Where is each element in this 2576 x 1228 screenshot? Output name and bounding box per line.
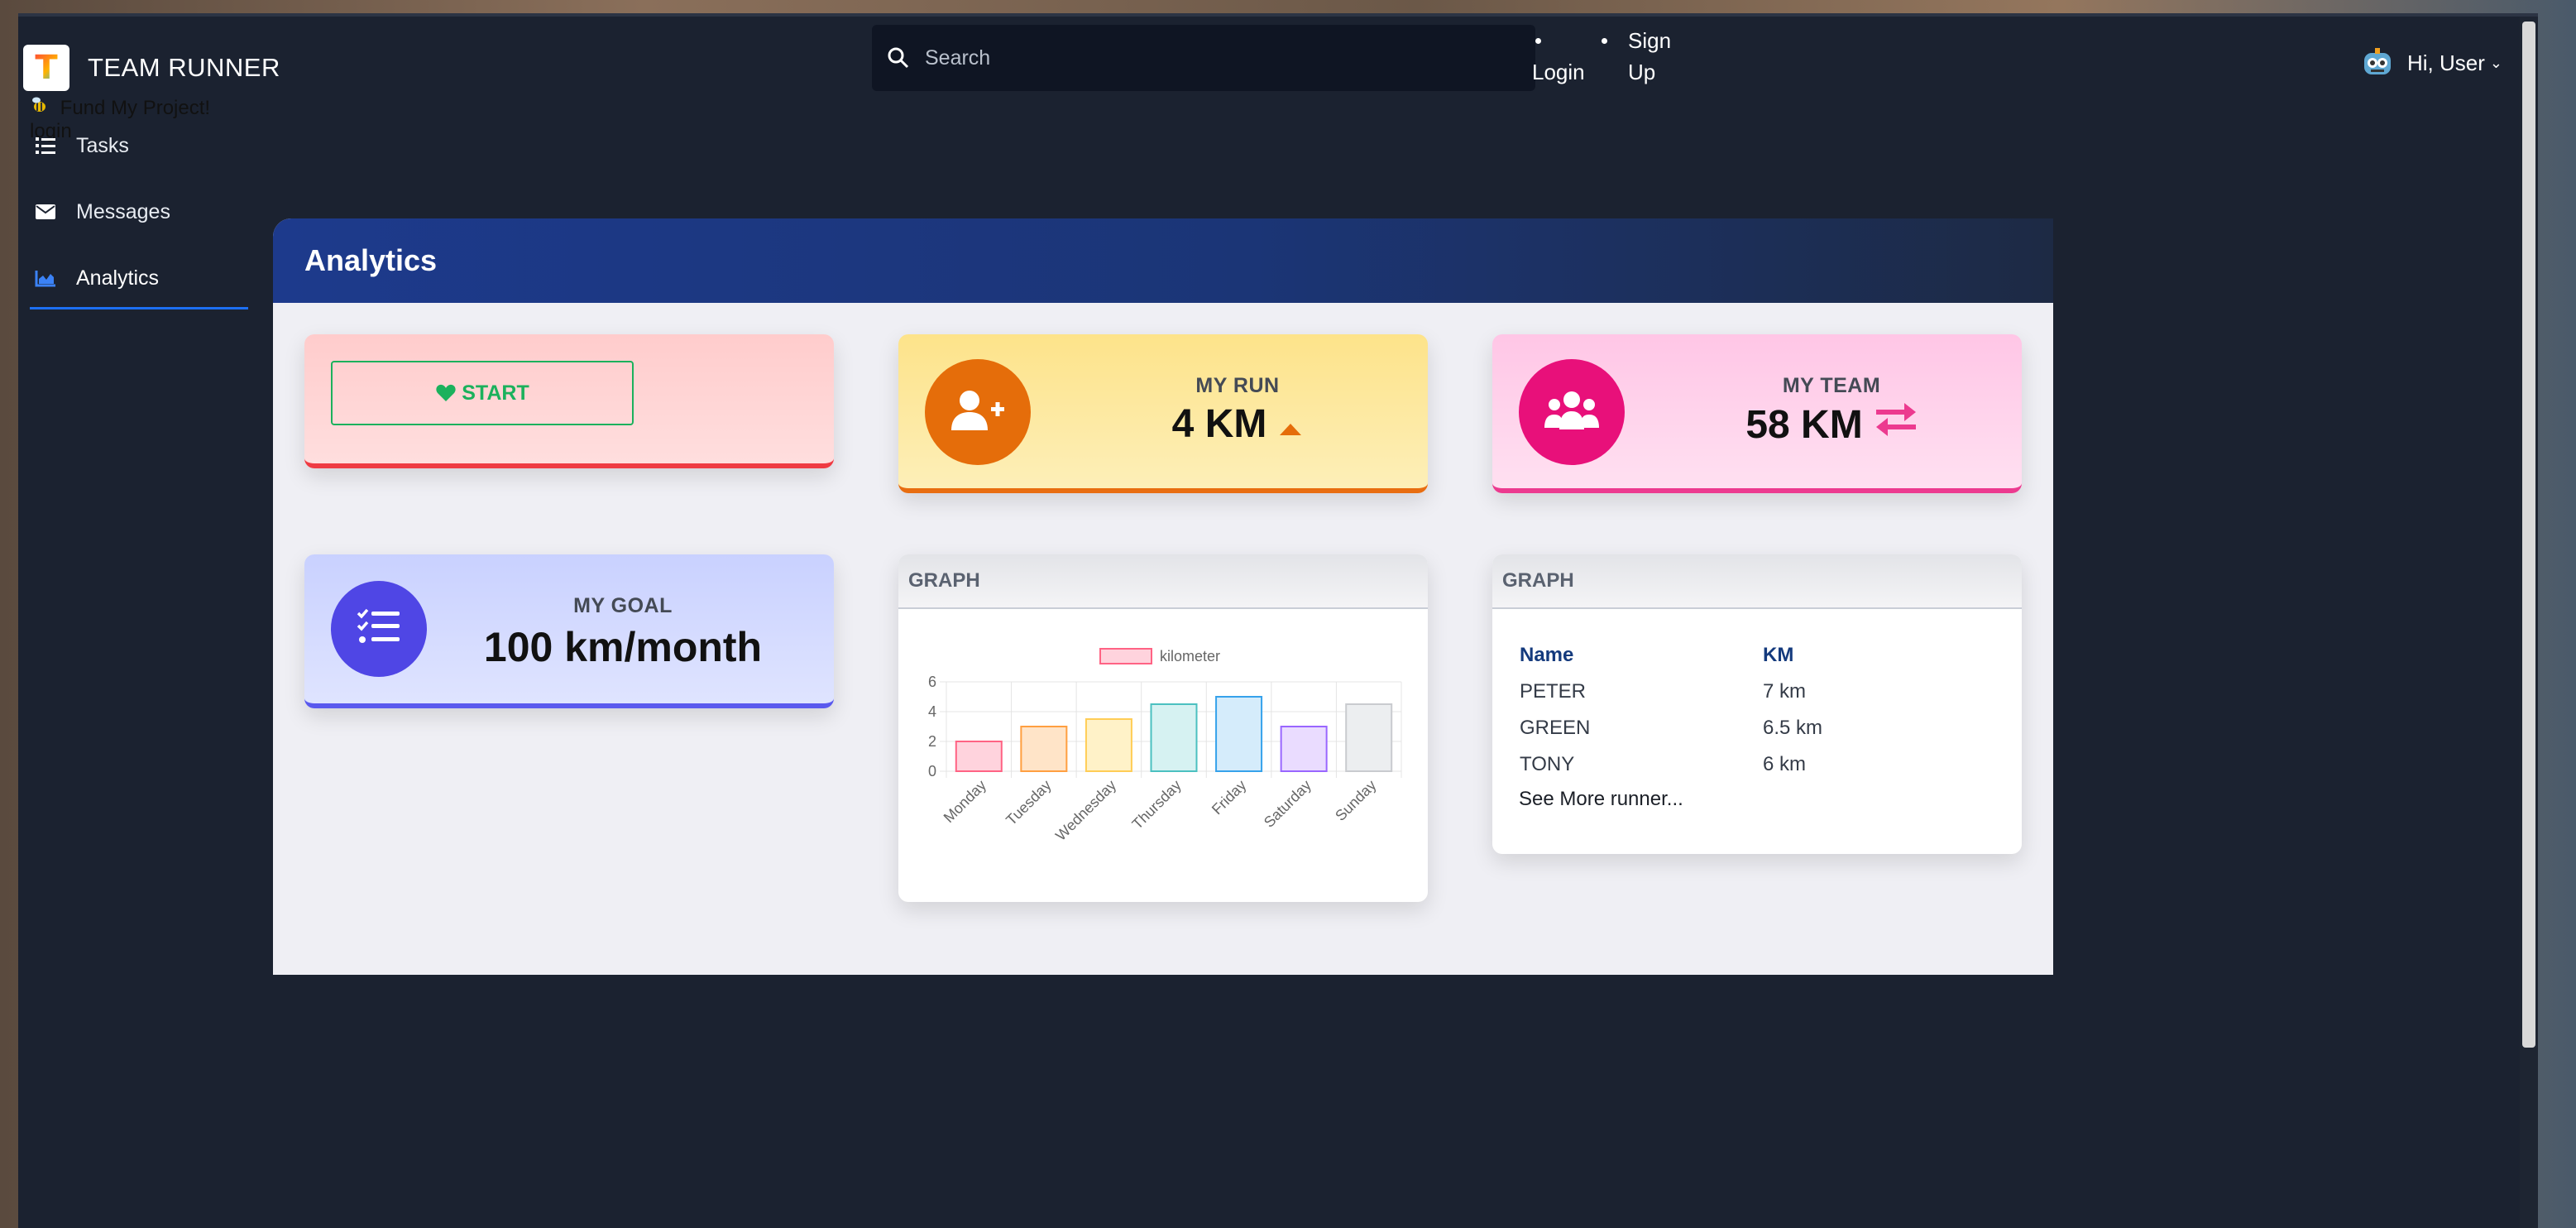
start-card: START bbox=[304, 334, 834, 468]
caret-up-icon bbox=[1278, 401, 1303, 447]
runner-name: PETER bbox=[1520, 680, 1587, 703]
bar-tuesday bbox=[1020, 726, 1068, 772]
search-bar[interactable] bbox=[872, 25, 1535, 91]
analytics-panel: Analytics START MY RUN 4 KM MY TEAM 58 K… bbox=[273, 218, 2053, 975]
bar-wednesday bbox=[1085, 718, 1132, 772]
brand-name: TEAM RUNNER bbox=[88, 53, 280, 82]
run-value-row: 4 KM bbox=[1172, 401, 1304, 447]
x-tick-label: Wednesday bbox=[1052, 777, 1119, 844]
bar-monday bbox=[955, 741, 1003, 772]
table-header-row: Name KM bbox=[1519, 637, 1823, 674]
y-tick-label: 4 bbox=[928, 703, 936, 720]
x-tick-label: Sunday bbox=[1332, 777, 1379, 824]
team-label: MY TEAM bbox=[1782, 374, 1881, 397]
graph-card-title: GRAPH bbox=[908, 569, 980, 592]
runner-name: TONY bbox=[1520, 753, 1575, 775]
legend-label: kilometer bbox=[1160, 648, 1220, 664]
scrollbar[interactable] bbox=[2520, 17, 2538, 1228]
runners-table: Name KM PETER 7 km GREEN 6.5 km TONY 6 k… bbox=[1519, 637, 1823, 783]
bar-saturday bbox=[1280, 726, 1328, 772]
runner-name: GREEN bbox=[1520, 717, 1591, 739]
run-icon-circle bbox=[925, 359, 1031, 465]
x-tick-label: Saturday bbox=[1261, 777, 1314, 831]
avatar bbox=[2359, 46, 2396, 79]
logo: T bbox=[23, 45, 69, 91]
runner-km: 6.5 km bbox=[1763, 717, 1823, 739]
run-label: MY RUN bbox=[1195, 374, 1280, 397]
goal-value: 100 km/month bbox=[483, 624, 763, 670]
graph-card-header: GRAPH bbox=[898, 554, 1428, 609]
my-goal-card: MY GOAL 100 km/month bbox=[304, 554, 834, 708]
column-header-name: Name bbox=[1520, 644, 1574, 666]
runners-card-header: GRAPH bbox=[1492, 554, 2022, 609]
x-tick-label: Tuesday bbox=[1003, 777, 1054, 828]
goal-icon-circle bbox=[331, 581, 427, 677]
graph-card: GRAPH 0 2 4 6 Monday Tuesday Wednesday Thursda… bbox=[898, 554, 1428, 902]
start-label: START bbox=[462, 381, 529, 405]
y-tick-label: 0 bbox=[928, 763, 936, 779]
x-tick-label: Friday bbox=[1209, 777, 1250, 818]
logo-letter: T bbox=[35, 49, 58, 87]
sidebar-item-tasks[interactable]: Tasks bbox=[30, 113, 248, 179]
brand[interactable]: T TEAM RUNNER bbox=[23, 45, 280, 91]
heart-icon bbox=[435, 383, 457, 403]
chevron-down-icon: ⌄ bbox=[2489, 54, 2502, 71]
bar-sunday bbox=[1345, 703, 1393, 772]
table-row: TONY 6 km bbox=[1519, 746, 1823, 783]
exchange-icon bbox=[1875, 401, 1918, 448]
login-link[interactable]: Login bbox=[1532, 25, 1585, 88]
my-run-card: MY RUN 4 KM bbox=[898, 334, 1428, 493]
runners-card-title: GRAPH bbox=[1502, 569, 1574, 592]
user-menu[interactable]: Hi, User ⌄ bbox=[2359, 46, 2502, 79]
legend-swatch bbox=[1099, 648, 1152, 664]
runners-card: GRAPH Name KM PETER 7 km GREEN 6.5 km TO… bbox=[1492, 554, 2022, 854]
y-tick-label: 6 bbox=[928, 674, 936, 690]
area-chart-icon bbox=[35, 267, 56, 289]
table-row: GREEN 6.5 km bbox=[1519, 710, 1823, 746]
x-tick-label: Monday bbox=[941, 777, 989, 826]
run-value: 4 KM bbox=[1171, 402, 1267, 446]
page-title: Analytics bbox=[304, 243, 438, 277]
users-icon bbox=[1543, 390, 1601, 435]
sidebar-item-label: Analytics bbox=[76, 266, 160, 290]
team-value: 58 KM bbox=[1745, 402, 1863, 447]
bar-thursday bbox=[1150, 703, 1198, 772]
add-user-icon bbox=[950, 387, 1006, 438]
start-button[interactable]: START bbox=[331, 361, 634, 425]
app-window: T TEAM RUNNER Fund My Project! login Tas… bbox=[18, 13, 2538, 1228]
checklist-icon bbox=[357, 608, 401, 650]
panel-header: Analytics bbox=[273, 218, 2053, 303]
table-row: PETER 7 km bbox=[1519, 674, 1823, 710]
search-input[interactable] bbox=[923, 45, 1506, 71]
sidebar-item-analytics[interactable]: Analytics bbox=[30, 245, 248, 311]
see-more-runners-link[interactable]: See More runner... bbox=[1519, 788, 1683, 811]
y-tick-label: 2 bbox=[928, 733, 936, 750]
team-icon-circle bbox=[1519, 359, 1625, 465]
sidebar-item-messages[interactable]: Messages bbox=[30, 179, 248, 245]
sidebar-item-label: Messages bbox=[76, 199, 170, 223]
run-stat: MY RUN 4 KM bbox=[1064, 374, 1411, 447]
envelope-icon bbox=[35, 201, 56, 223]
bar-friday bbox=[1215, 696, 1263, 772]
weekly-km-chart: 0 2 4 6 Monday TuesdayWednesday Thursday Frida… bbox=[928, 648, 1402, 844]
goal-stat: MY GOAL 100 km/month bbox=[429, 594, 817, 671]
search-icon bbox=[887, 46, 910, 70]
goal-label: MY GOAL bbox=[573, 594, 673, 617]
sidebar: Tasks Messages Analytics bbox=[30, 113, 248, 311]
team-value-row: 58 KM bbox=[1745, 401, 1917, 448]
window-top-border bbox=[18, 13, 2538, 17]
x-tick-label: Thursday bbox=[1129, 777, 1185, 832]
my-team-card: MY TEAM 58 KM bbox=[1492, 334, 2022, 493]
auth-links: Login Sign Up bbox=[1532, 25, 1694, 88]
sidebar-item-label: Tasks bbox=[76, 133, 129, 157]
scrollbar-thumb[interactable] bbox=[2522, 22, 2535, 1048]
signup-link[interactable]: Sign Up bbox=[1598, 25, 1694, 88]
column-header-km: KM bbox=[1763, 644, 1794, 666]
tasks-icon bbox=[35, 135, 56, 156]
team-stat: MY TEAM 58 KM bbox=[1658, 374, 2005, 448]
runner-km: 6 km bbox=[1763, 753, 1807, 775]
runner-km: 7 km bbox=[1763, 680, 1807, 703]
user-greeting: Hi, User bbox=[2407, 50, 2485, 75]
